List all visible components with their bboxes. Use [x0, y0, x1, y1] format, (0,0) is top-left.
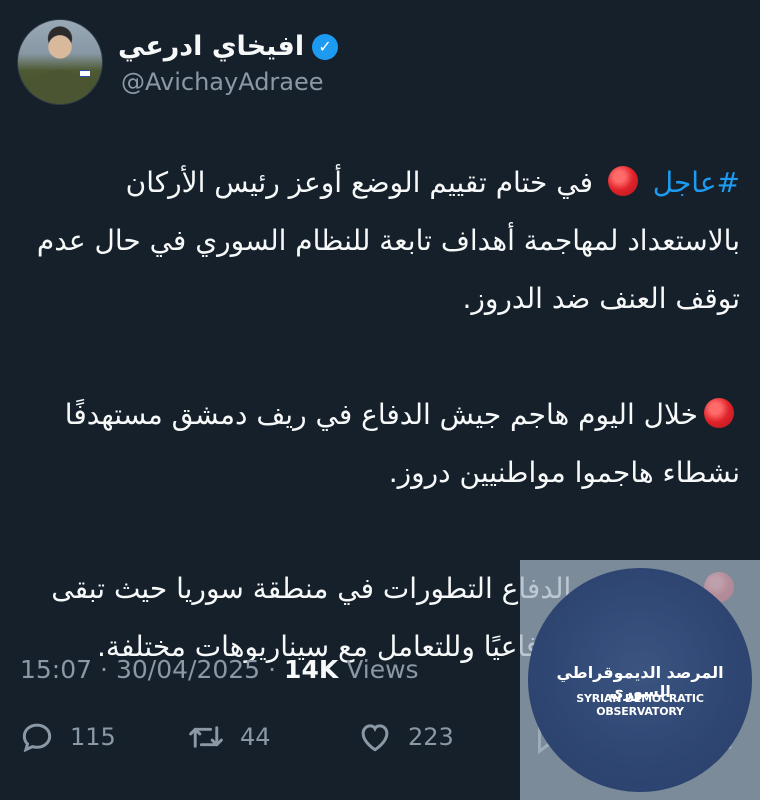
watermark-english-text: SYRIAN DEMOCRATIC OBSERVATORY — [576, 692, 704, 718]
author-name-row[interactable]: افيخاي ادرعي ✓ — [118, 31, 339, 62]
paragraph-text: خلال اليوم هاجم جيش الدفاع في ريف دمشق م… — [64, 398, 740, 489]
flag-patch-icon — [80, 70, 90, 77]
red-circle-emoji-icon — [704, 398, 734, 428]
watermark-logo: المرصد الديموقراطي السوري SYRIAN DEMOCRA… — [528, 568, 752, 792]
reply-count: 115 — [70, 723, 116, 751]
repost-button[interactable]: 44 — [186, 718, 271, 756]
hashtag-link[interactable]: #عاجل — [653, 166, 740, 199]
like-count: 223 — [408, 723, 454, 751]
tweet-paragraph-1: #عاجل في ختام تقييم الوضع أوعز رئيس الأر… — [20, 154, 740, 328]
verified-badge-icon: ✓ — [312, 33, 339, 60]
views-count[interactable]: 14K — [284, 655, 338, 684]
avatar[interactable] — [17, 19, 103, 105]
user-handle[interactable]: @AvichayAdraee — [121, 68, 324, 96]
heart-icon — [361, 724, 389, 752]
display-name[interactable]: افيخاي ادرعي — [118, 31, 304, 62]
like-button[interactable]: 223 — [356, 718, 454, 756]
meta-separator: · — [100, 655, 108, 684]
views-label: Views — [346, 655, 419, 684]
repost-count: 44 — [240, 723, 271, 751]
tweet-date[interactable]: 30/04/2025 — [116, 655, 260, 684]
tweet-meta: 15:07 · 30/04/2025 · 14K Views — [20, 655, 419, 684]
red-circle-emoji-icon — [607, 166, 638, 196]
reply-button[interactable]: 115 — [18, 718, 116, 756]
tweet-time[interactable]: 15:07 — [20, 655, 92, 684]
repost-icon — [189, 726, 223, 748]
tweet-paragraph-2: خلال اليوم هاجم جيش الدفاع في ريف دمشق م… — [20, 386, 740, 502]
meta-separator: · — [268, 655, 277, 684]
watermark-overlay: المرصد الديموقراطي السوري SYRIAN DEMOCRA… — [520, 560, 760, 800]
reply-icon — [22, 723, 52, 753]
